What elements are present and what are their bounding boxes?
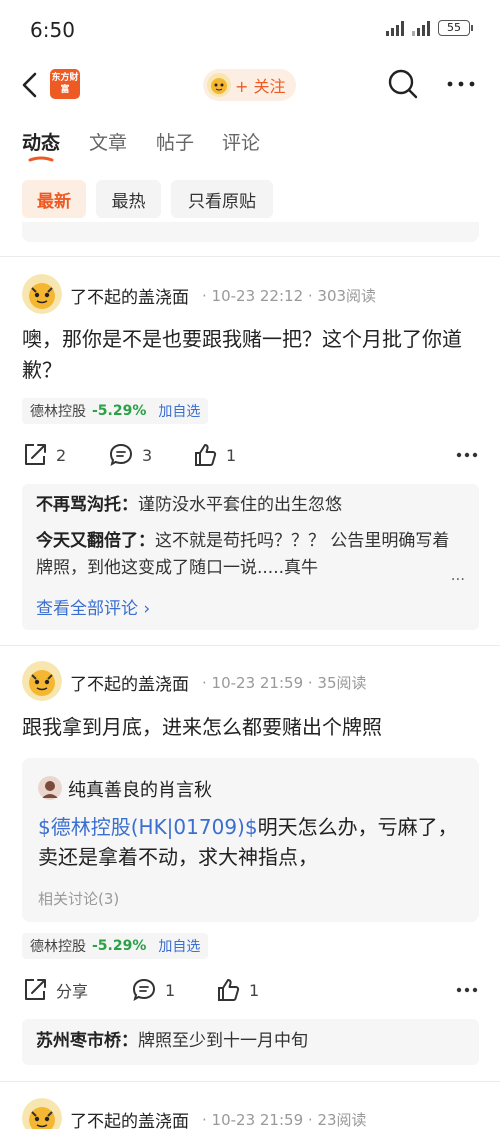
divider [0, 645, 500, 646]
status-bar: 6:50 55 [0, 0, 500, 62]
comment-text: 谨防没水平套住的出生忽悠 [138, 495, 342, 515]
previous-card-tail [22, 222, 479, 242]
post-actions: 分享 1 1 [22, 977, 482, 1007]
tab-bar: 动态 文章 帖子 评论 [0, 122, 500, 166]
comment-user[interactable]: 今天又翻倍了： [36, 531, 155, 551]
comment-line: 苏州枣市桥：牌照至少到十一月中旬 [36, 1028, 466, 1055]
comment-icon [132, 978, 156, 1002]
avatar[interactable] [38, 776, 62, 800]
share-label: 分享 [56, 982, 89, 1001]
stock-name: 德林控股 [30, 939, 86, 955]
filter-bar: 最新 最热 只看原贴 [0, 180, 500, 218]
stock-change: -5.29% [92, 403, 147, 419]
comment-line: 不再骂沟托：谨防没水平套住的出生忽悠 [36, 492, 466, 519]
author-name[interactable]: 了不起的盖浇面 [70, 1107, 189, 1129]
brand-logo: 东方财富 [50, 69, 80, 99]
post-meta: · 10-23 22:12 · 303阅读 [202, 287, 377, 305]
stock-tag[interactable]: 德林控股 -5.29% 加自选 [22, 933, 209, 959]
stock-link[interactable]: $德林控股(HK|01709)$ [38, 815, 258, 839]
post-header: 了不起的盖浇面 · 10-23 21:59 · 23阅读 [22, 1098, 492, 1129]
post-meta: · 10-23 21:59 · 35阅读 [202, 674, 367, 692]
post-meta: · 10-23 21:59 · 23阅读 [202, 1111, 367, 1129]
divider [0, 1081, 500, 1082]
more-dots-icon[interactable] [456, 987, 478, 993]
signal-icon-2 [412, 20, 430, 36]
view-all-comments-link[interactable]: 查看全部评论 › [36, 594, 150, 619]
follow-label: + 关注 [235, 77, 286, 96]
comment-icon [109, 443, 133, 467]
post-text[interactable]: 跟我拿到月底，进来怎么都要赌出个牌照 [22, 712, 482, 743]
post-actions: 2 3 1 [22, 442, 482, 472]
divider [0, 256, 500, 257]
battery-icon: 55 [438, 20, 473, 36]
like-button[interactable]: 1 [192, 442, 236, 468]
comment-user[interactable]: 不再骂沟托： [36, 495, 138, 515]
tab-posts[interactable]: 帖子 [156, 128, 194, 155]
share-count: 2 [56, 445, 67, 465]
status-icons: 55 [386, 20, 473, 36]
tab-articles[interactable]: 文章 [89, 128, 127, 155]
quoted-author[interactable]: 纯真善良的肖言秋 [68, 776, 212, 802]
avatar[interactable] [22, 1098, 62, 1129]
tab-dynamic[interactable]: 动态 [22, 128, 60, 155]
tiger-avatar-icon [207, 73, 231, 97]
more-dots-icon[interactable] [446, 74, 476, 94]
comments-preview[interactable]: 苏州枣市桥：牌照至少到十一月中旬 [22, 1019, 479, 1065]
thumbs-up-icon [218, 979, 240, 1001]
post-text[interactable]: 噢，那你是不是也要跟我赌一把？这个月批了你道歉？ [22, 324, 482, 386]
post-header: 了不起的盖浇面 · 10-23 22:12 · 303阅读 [22, 274, 492, 314]
like-count: 1 [249, 980, 260, 1000]
thumbs-up-icon [195, 444, 217, 466]
post-header: 了不起的盖浇面 · 10-23 21:59 · 35阅读 [22, 661, 492, 701]
share-icon [25, 444, 46, 465]
filter-latest[interactable]: 最新 [22, 180, 86, 218]
comment-button[interactable]: 1 [131, 977, 175, 1003]
quoted-post[interactable]: 纯真善良的肖言秋 $德林控股(HK|01709)$明天怎么办，亏麻了，卖还是拿着… [22, 758, 479, 922]
search-icon[interactable] [387, 68, 419, 100]
comment-button[interactable]: 3 [108, 442, 152, 468]
top-nav: 东方财富 + 关注 [0, 62, 500, 110]
stock-tag[interactable]: 德林控股 -5.29% 加自选 [22, 398, 209, 424]
back-arrow-icon[interactable] [18, 70, 44, 100]
tab-active-indicator [28, 156, 54, 162]
comment-count: 1 [165, 980, 176, 1000]
like-count: 1 [226, 445, 237, 465]
status-time: 6:50 [30, 18, 75, 42]
add-watchlist-link[interactable]: 加自选 [158, 936, 200, 956]
comment-ellipsis: ... [450, 566, 465, 584]
stock-name: 德林控股 [30, 404, 86, 420]
tab-comments[interactable]: 评论 [222, 128, 260, 155]
filter-hot[interactable]: 最热 [96, 180, 161, 218]
avatar[interactable] [22, 274, 62, 314]
comment-user[interactable]: 苏州枣市桥： [36, 1031, 138, 1051]
add-watchlist-link[interactable]: 加自选 [158, 401, 200, 421]
share-icon [25, 979, 46, 1000]
comments-preview[interactable]: 不再骂沟托：谨防没水平套住的出生忽悠 今天又翻倍了：这不就是苟托吗？？？ 公告里… [22, 484, 479, 630]
share-button[interactable]: 分享 [22, 977, 88, 1003]
filter-original-only[interactable]: 只看原贴 [171, 180, 273, 218]
more-dots-icon[interactable] [456, 452, 478, 458]
share-button[interactable]: 2 [22, 442, 66, 468]
quoted-text: $德林控股(HK|01709)$明天怎么办，亏麻了，卖还是拿着不动，求大神指点， [38, 812, 458, 872]
comment-text: 牌照至少到十一月中旬 [138, 1031, 308, 1051]
author-name[interactable]: 了不起的盖浇面 [70, 283, 189, 308]
comment-count: 3 [142, 445, 153, 465]
related-discussions[interactable]: 相关讨论(3) [38, 888, 119, 909]
stock-change: -5.29% [92, 938, 147, 954]
avatar[interactable] [22, 661, 62, 701]
like-button[interactable]: 1 [215, 977, 259, 1003]
signal-icon [386, 20, 404, 36]
comment-line: 今天又翻倍了：这不就是苟托吗？？？ 公告里明确写着牌照，到他这变成了随口一说..… [36, 528, 466, 582]
follow-button[interactable]: + 关注 [203, 69, 296, 101]
author-name[interactable]: 了不起的盖浇面 [70, 670, 189, 695]
